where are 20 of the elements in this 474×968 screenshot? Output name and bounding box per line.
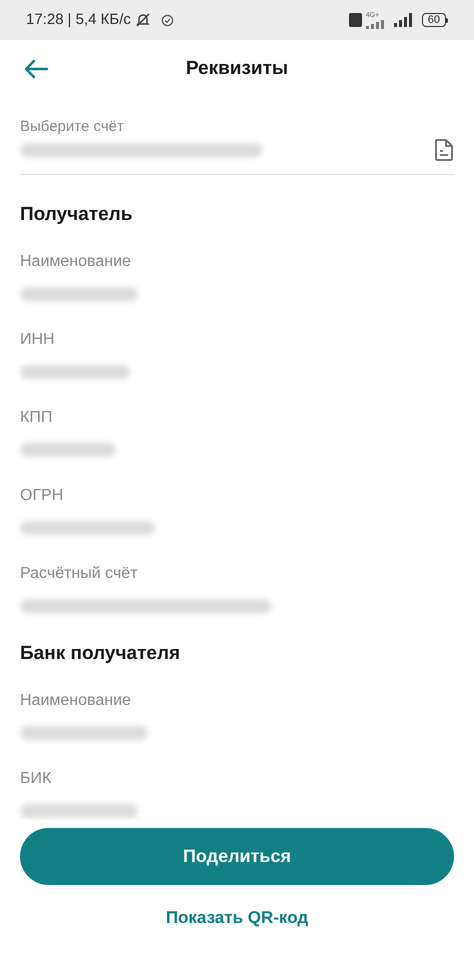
muted-bell-icon bbox=[134, 12, 151, 28]
section-heading: Получатель bbox=[20, 203, 134, 227]
field-label: Наименование bbox=[20, 252, 132, 272]
back-arrow-icon bbox=[23, 58, 49, 80]
check-circle-icon bbox=[160, 14, 174, 26]
field-label: КПП bbox=[20, 408, 54, 428]
screen-title: Реквизиты bbox=[186, 56, 288, 81]
network-speed: | 5,4 КБ/с bbox=[68, 10, 131, 30]
clock: 17:28 bbox=[26, 10, 64, 30]
field-label: ИНН bbox=[20, 330, 56, 350]
battery-level: 60 bbox=[422, 13, 446, 27]
share-button[interactable]: Поделиться bbox=[20, 828, 454, 885]
field-label: БИК bbox=[20, 769, 52, 789]
field-label: Выберите счёт bbox=[20, 118, 125, 136]
field-label: ОГРН bbox=[20, 486, 64, 506]
section-heading: Банк получателя bbox=[20, 642, 182, 666]
show-qr-code-link[interactable]: Показать QR-код bbox=[166, 905, 308, 930]
document-icon[interactable] bbox=[434, 138, 454, 162]
field-label: Расчётный счёт bbox=[20, 564, 139, 584]
field-label: Наименование bbox=[20, 691, 132, 711]
